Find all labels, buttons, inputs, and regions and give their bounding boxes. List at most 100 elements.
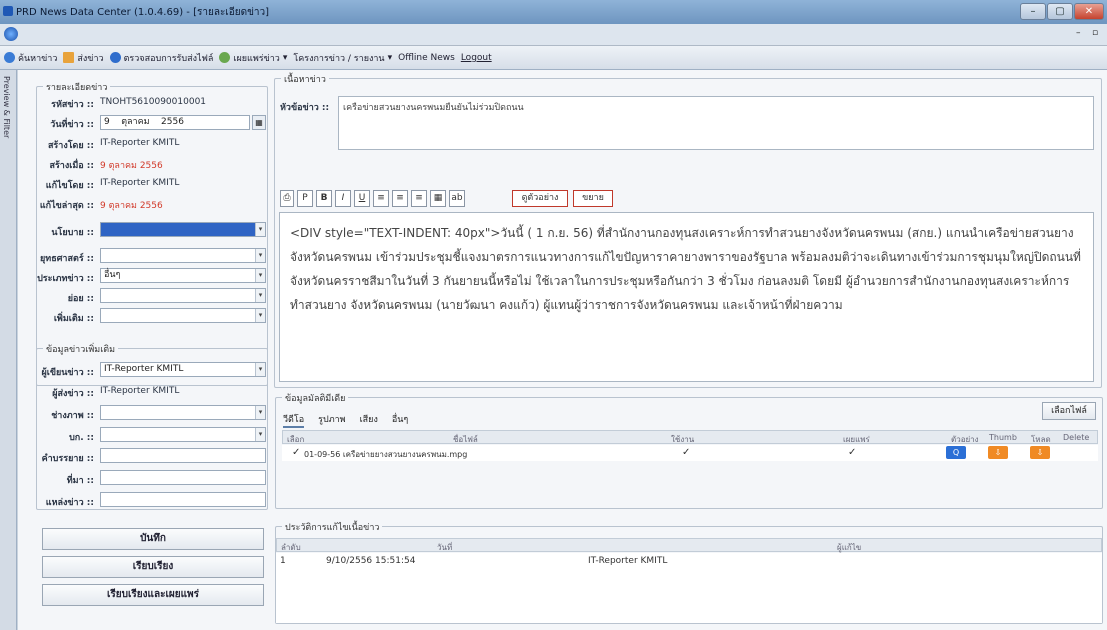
tab-other[interactable]: อื่นๆ bbox=[392, 412, 408, 428]
policy-select[interactable]: ▾ bbox=[100, 222, 266, 237]
created-on-value: 9 ตุลาคม 2556 bbox=[100, 161, 163, 171]
editor-label: บก. :: bbox=[69, 433, 94, 443]
date-picker[interactable]: 9 ตุลาคม 2556 bbox=[100, 115, 250, 130]
additional-group-label: ข้อมูลข่าวเพิ่มเติม bbox=[43, 342, 119, 356]
narrator-label: คำบรรยาย :: bbox=[41, 454, 94, 464]
chevron-down-icon: ▾ bbox=[255, 223, 265, 236]
created-on-label: สร้างเมื่อ :: bbox=[49, 161, 94, 171]
edited-by-value: IT-Reporter KMITL bbox=[100, 178, 180, 188]
toolbar-logout[interactable]: Logout bbox=[461, 53, 492, 63]
narrator-input[interactable] bbox=[100, 448, 266, 463]
editor-select[interactable]: ▾ bbox=[100, 427, 266, 442]
sub-label: ย่อย :: bbox=[67, 294, 94, 304]
strategy-label: ยุทธศาสตร์ :: bbox=[40, 254, 94, 264]
history-grid-header: ลำดับ วันที่ ผู้แก้ไข bbox=[276, 538, 1102, 552]
created-by-value: IT-Reporter KMITL bbox=[100, 138, 180, 148]
align-right-button[interactable]: ≡ bbox=[411, 190, 427, 207]
toolbar-projects-reports[interactable]: โครงการข่าว / รายงาน ▾ bbox=[293, 51, 392, 65]
policy-label: นโยบาย :: bbox=[51, 228, 94, 238]
title-bar: PRD News Data Center (1.0.4.69) - [รายละ… bbox=[0, 0, 1107, 24]
app-menu-row: – ▫ bbox=[0, 24, 1107, 46]
thumb-download-icon[interactable]: ⇩ bbox=[988, 446, 1008, 459]
align-center-button[interactable]: ≡ bbox=[392, 190, 408, 207]
underline-button[interactable]: U bbox=[354, 190, 370, 207]
bold-button[interactable]: B bbox=[316, 190, 332, 207]
details-group-label: รายละเอียดข่าว bbox=[43, 80, 111, 94]
italic-button[interactable]: I bbox=[335, 190, 351, 207]
media-row: ✓ 01-09-56 เครือข่ายยางสวนยางนครพนม.mpg … bbox=[282, 445, 1098, 461]
media-group-label: ข้อมูลมัลติมีเดีย bbox=[282, 391, 349, 405]
extra-select[interactable]: ▾ bbox=[100, 308, 266, 323]
align-left-button[interactable]: ≡ bbox=[373, 190, 389, 207]
toolbar-search-news[interactable]: ค้นหาข่าว bbox=[4, 51, 57, 65]
calendar-icon[interactable]: ▦ bbox=[252, 115, 266, 130]
body-editor[interactable]: <DIV style="TEXT-INDENT: 40px">วันนี้ ( … bbox=[279, 212, 1094, 382]
photographer-select[interactable]: ▾ bbox=[100, 405, 266, 420]
app-menu-orb-icon[interactable] bbox=[4, 27, 18, 41]
extra-label: เพิ่มเติม :: bbox=[53, 314, 94, 324]
choose-file-button[interactable]: เลือกไฟล์ bbox=[1042, 402, 1096, 420]
minimize-button[interactable]: – bbox=[1020, 3, 1046, 20]
chevron-down-icon: ▾ bbox=[255, 249, 265, 262]
chevron-down-icon: ▾ bbox=[255, 289, 265, 302]
row-select-checkbox[interactable]: ✓ bbox=[292, 447, 300, 458]
type-select[interactable]: อื่นๆ ▾ bbox=[100, 268, 266, 283]
send-icon bbox=[63, 52, 75, 63]
publish-icon bbox=[219, 52, 231, 63]
preview-button[interactable]: ดูตัวอย่าง bbox=[512, 190, 568, 207]
chevron-down-icon: ▾ bbox=[255, 406, 265, 419]
tab-images[interactable]: รูปภาพ bbox=[318, 412, 345, 428]
headline-input[interactable]: เครือข่ายสวนยางนครพนมยืนยันไม่ร่วมปิดถนน bbox=[338, 96, 1094, 150]
maximize-button[interactable]: ▢ bbox=[1047, 3, 1073, 20]
news-id-label: รหัสข่าว :: bbox=[51, 100, 94, 110]
row-active-checkbox[interactable]: ✓ bbox=[682, 447, 690, 458]
toolbar-check-transfer[interactable]: ตรวจสอบการรับส่งไฟล์ bbox=[109, 51, 213, 65]
inner-maximize-button[interactable]: ▫ bbox=[1092, 28, 1098, 38]
app-icon bbox=[3, 6, 13, 16]
print-button[interactable]: ⎙ bbox=[280, 190, 294, 207]
date-label: วันที่ข่าว :: bbox=[50, 120, 94, 130]
history-date: 9/10/2556 15:51:54 bbox=[326, 556, 416, 566]
edit-button[interactable]: เรียบเรียง bbox=[42, 556, 264, 578]
media-grid-header: เลือก ชื่อไฟล์ ใช้งาน เผยแพร่ ตัวอย่าง T… bbox=[282, 430, 1098, 444]
created-by-label: สร้างโดย :: bbox=[47, 141, 94, 151]
left-panel: รายละเอียดข่าว รหัสข่าว :: TNOHT56100900… bbox=[18, 70, 272, 630]
chevron-down-icon: ▾ bbox=[387, 52, 393, 63]
inner-minimize-button[interactable]: – bbox=[1076, 28, 1081, 38]
origin-input[interactable] bbox=[100, 492, 266, 507]
close-button[interactable]: ✕ bbox=[1074, 3, 1104, 20]
expand-button[interactable]: ขยาย bbox=[573, 190, 613, 207]
tab-audio[interactable]: เสียง bbox=[360, 412, 378, 428]
file-download-icon[interactable]: ⇩ bbox=[1030, 446, 1050, 459]
sub-select[interactable]: ▾ bbox=[100, 288, 266, 303]
spellcheck-button[interactable]: ab bbox=[449, 190, 465, 207]
paragraph-button[interactable]: P bbox=[297, 190, 313, 207]
main-toolbar: ค้นหาข่าว ส่งข่าว ตรวจสอบการรับส่งไฟล์ เ… bbox=[0, 46, 1107, 70]
source-input[interactable] bbox=[100, 470, 266, 485]
chevron-down-icon: ▾ bbox=[255, 309, 265, 322]
writer-label: ผู้เขียนข่าว :: bbox=[41, 368, 94, 378]
chevron-down-icon: ▾ bbox=[255, 428, 265, 441]
toolbar-publish-news[interactable]: เผยแพร่ข่าว ▾ bbox=[219, 51, 287, 65]
writer-select[interactable]: IT-Reporter KMITL ▾ bbox=[100, 362, 266, 377]
toolbar-send-news[interactable]: ส่งข่าว bbox=[63, 51, 104, 65]
chevron-down-icon: ▾ bbox=[282, 52, 288, 63]
tab-video[interactable]: วีดีโอ bbox=[283, 412, 305, 428]
row-published-checkbox[interactable]: ✓ bbox=[848, 447, 856, 458]
preview-filter-strip[interactable]: Preview & Filter bbox=[0, 70, 17, 630]
table-button[interactable]: ▦ bbox=[430, 190, 446, 207]
info-icon bbox=[109, 52, 121, 63]
sender-value: IT-Reporter KMITL bbox=[100, 386, 180, 396]
news-id-value: TNOHT5610090010001 bbox=[100, 97, 207, 107]
preview-search-icon[interactable]: Q bbox=[946, 446, 966, 459]
chevron-down-icon: ▾ bbox=[255, 363, 265, 376]
col-delete[interactable]: Delete bbox=[1063, 433, 1089, 442]
row-filename: 01-09-56 เครือข่ายยางสวนยางนครพนม.mpg bbox=[304, 450, 468, 459]
edit-publish-button[interactable]: เรียบเรียงและเผยแพร่ bbox=[42, 584, 264, 606]
toolbar-offline-news[interactable]: Offline News bbox=[398, 53, 455, 63]
save-button[interactable]: บันทึก bbox=[42, 528, 264, 550]
edited-by-label: แก้ไขโดย :: bbox=[45, 181, 94, 191]
headline-label: หัวข้อข่าว :: bbox=[280, 103, 330, 113]
strategy-select[interactable]: ▾ bbox=[100, 248, 266, 263]
col-thumb[interactable]: Thumb bbox=[989, 433, 1017, 442]
